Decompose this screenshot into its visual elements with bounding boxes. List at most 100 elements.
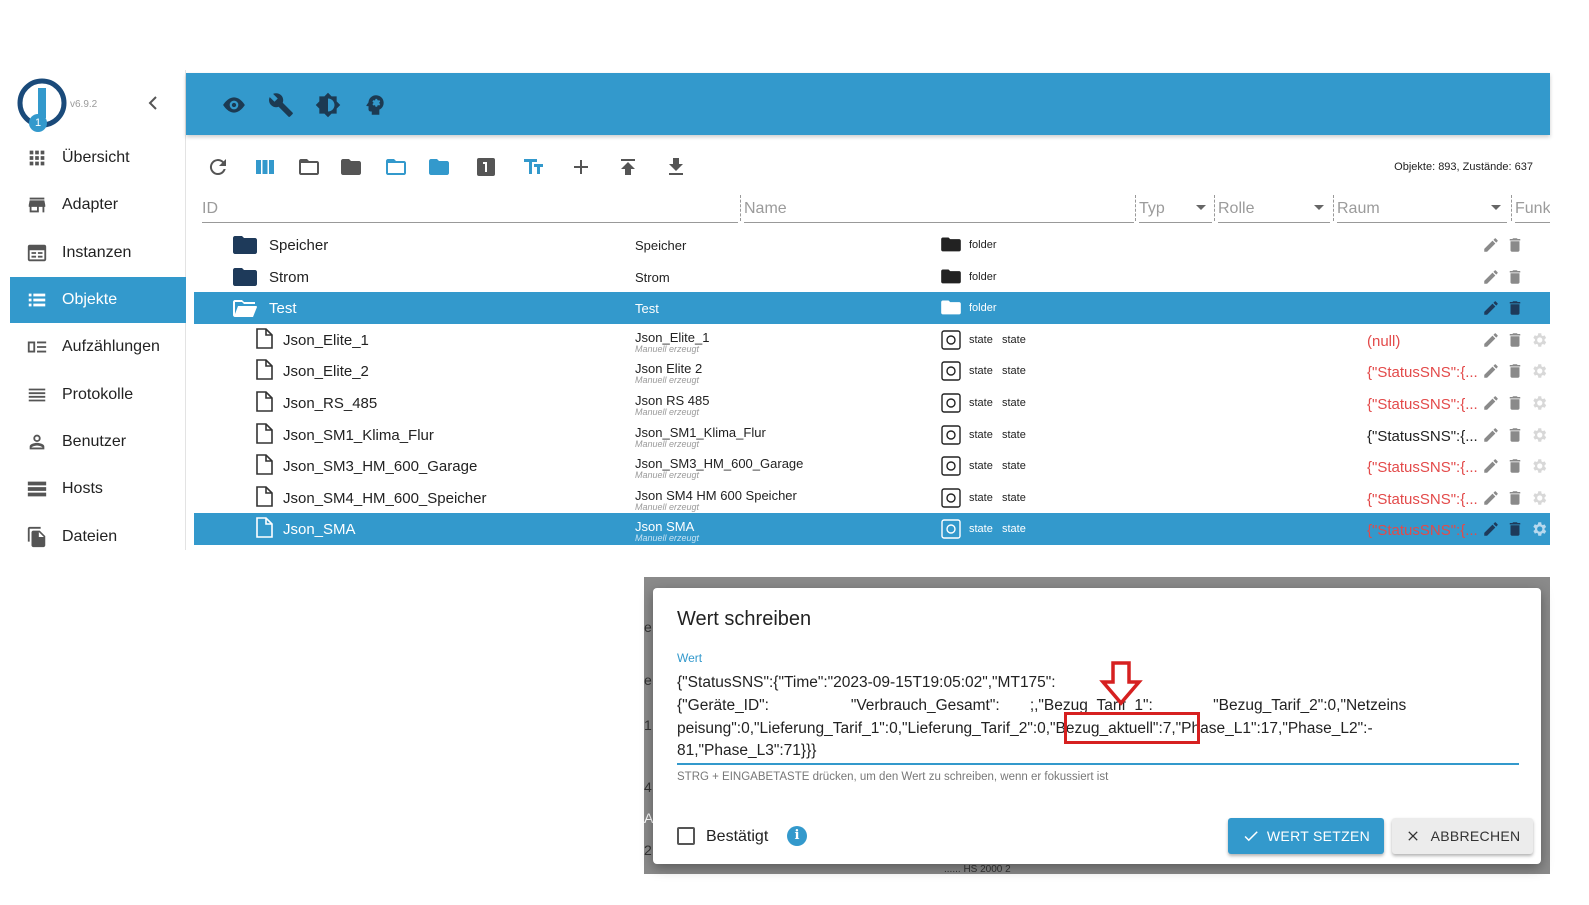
folder-icon: [233, 234, 257, 256]
table-row[interactable]: Json_SMA Json SMA Manuell erzeugt state stat…: [194, 513, 1550, 545]
table-row[interactable]: Json_Elite_1 Json_Elite_1 Manuell erzeugt s…: [194, 324, 1550, 356]
sidebar-item-label: Übersicht: [62, 149, 130, 166]
list-icon: [26, 289, 48, 311]
info-icon[interactable]: i: [787, 826, 807, 846]
object-value[interactable]: {"StatusSNS":{...: [1367, 364, 1478, 381]
name-filter[interactable]: Name: [744, 193, 1134, 223]
function-column-label: Funk: [1515, 200, 1550, 217]
refresh-icon[interactable]: [206, 155, 230, 179]
type-state-icon: [941, 456, 961, 476]
sidebar-item-benutzer[interactable]: Benutzer: [10, 419, 186, 465]
object-value[interactable]: {"StatusSNS":{...: [1367, 522, 1478, 539]
folder-icon[interactable]: [339, 155, 363, 179]
object-id: Strom: [269, 268, 310, 286]
delete-icon[interactable]: [1506, 299, 1524, 317]
sidebar-item-protokolle[interactable]: Protokolle: [10, 372, 186, 418]
sidebar-item-aufzählungen[interactable]: Aufzählungen: [10, 324, 186, 370]
sidebar-item-adapter[interactable]: Adapter: [10, 182, 186, 228]
table-row[interactable]: Speicher Speicher folder: [194, 229, 1550, 261]
wrench-icon[interactable]: [268, 92, 294, 118]
settings-gear-icon[interactable]: [1530, 520, 1548, 538]
object-name-subtitle: Manuell erzeugt: [635, 407, 700, 417]
edit-icon[interactable]: [1482, 331, 1500, 349]
object-name-subtitle: Manuell erzeugt: [635, 470, 700, 481]
id-filter[interactable]: ID: [202, 193, 738, 223]
settings-gear-icon[interactable]: [1530, 489, 1548, 507]
cancel-button[interactable]: ABBRECHEN: [1392, 818, 1533, 854]
folder-blue-icon[interactable]: [427, 155, 451, 179]
confirm-checkbox[interactable]: [677, 827, 695, 845]
columns-icon[interactable]: [253, 155, 277, 179]
delete-icon[interactable]: [1506, 236, 1524, 254]
instances-icon: [26, 242, 48, 264]
delete-icon[interactable]: [1506, 520, 1524, 538]
settings-gear-icon[interactable]: [1530, 394, 1548, 412]
table-row[interactable]: Json_Elite_2 Json Elite 2 Manuell erzeugt s…: [194, 355, 1550, 387]
head-icon[interactable]: [362, 92, 388, 118]
delete-icon[interactable]: [1506, 394, 1524, 412]
text-size-icon[interactable]: [522, 155, 546, 179]
type-column-label: Typ: [1139, 200, 1165, 217]
edit-icon[interactable]: [1482, 362, 1500, 380]
sidebar-item-objekte[interactable]: Objekte: [10, 277, 186, 323]
object-value[interactable]: {"StatusSNS":{...: [1367, 459, 1478, 476]
textarea-underline: [677, 763, 1519, 765]
table-row[interactable]: Test Test folder: [194, 292, 1550, 324]
add-icon[interactable]: [569, 155, 593, 179]
role-filter[interactable]: Rolle: [1218, 193, 1330, 223]
object-value[interactable]: {"StatusSNS":{...: [1367, 491, 1478, 508]
edit-icon[interactable]: [1482, 394, 1500, 412]
file-icon: [255, 517, 273, 539]
type-filter[interactable]: Typ: [1139, 193, 1212, 223]
background-text: e: [644, 672, 652, 688]
edit-icon[interactable]: [1482, 426, 1500, 444]
function-filter[interactable]: Funk: [1515, 193, 1550, 223]
table-row[interactable]: Json_SM3_HM_600_Garage Json_SM3_HM_600_Ga…: [194, 450, 1550, 482]
object-value[interactable]: {"StatusSNS":{...: [1367, 428, 1478, 445]
object-name: Speicher: [635, 238, 687, 253]
settings-gear-icon[interactable]: [1530, 331, 1548, 349]
delete-icon[interactable]: [1506, 362, 1524, 380]
download-icon[interactable]: [664, 155, 688, 179]
folder-open-blue-icon[interactable]: [384, 155, 408, 179]
number-one-icon[interactable]: [474, 155, 498, 179]
edit-icon[interactable]: [1482, 457, 1500, 475]
sidebar-item-dateien[interactable]: Dateien: [10, 514, 186, 560]
object-value[interactable]: (null): [1367, 333, 1400, 350]
delete-icon[interactable]: [1506, 457, 1524, 475]
set-value-button[interactable]: WERT SETZEN: [1228, 818, 1384, 854]
delete-icon[interactable]: [1506, 331, 1524, 349]
sidebar-item-instanzen[interactable]: Instanzen: [10, 230, 186, 276]
edit-icon[interactable]: [1482, 268, 1500, 286]
sidebar-item-label: Hosts: [62, 480, 103, 497]
object-value[interactable]: {"StatusSNS":{...: [1367, 396, 1478, 413]
edit-icon[interactable]: [1482, 489, 1500, 507]
table-row[interactable]: Json_SM1_Klima_Flur Json_SM1_Klima_Flur Ma…: [194, 419, 1550, 451]
collapse-sidebar-icon[interactable]: [145, 95, 161, 111]
edit-icon[interactable]: [1482, 236, 1500, 254]
delete-icon[interactable]: [1506, 426, 1524, 444]
object-name-subtitle: Manuell erzeugt: [635, 438, 700, 449]
id-column-label: ID: [202, 200, 218, 217]
delete-icon[interactable]: [1506, 268, 1524, 286]
sidebar-item-hosts[interactable]: Hosts: [10, 466, 186, 512]
table-row[interactable]: Json_RS_485 Json RS 485 Manuell erzeugt sta…: [194, 387, 1550, 419]
room-filter[interactable]: Raum: [1337, 193, 1507, 223]
settings-gear-icon[interactable]: [1530, 426, 1548, 444]
object-type: state: [969, 365, 993, 378]
brightness-icon[interactable]: [315, 92, 341, 118]
settings-gear-icon[interactable]: [1530, 457, 1548, 475]
delete-icon[interactable]: [1506, 489, 1524, 507]
eye-icon[interactable]: [221, 92, 247, 118]
folder-open-icon[interactable]: [297, 155, 321, 179]
room-column-label: Raum: [1337, 200, 1380, 217]
settings-gear-icon[interactable]: [1530, 362, 1548, 380]
sidebar-item-übersicht[interactable]: Übersicht: [10, 135, 186, 181]
table-row[interactable]: Strom Strom folder: [194, 261, 1550, 293]
upload-icon[interactable]: [616, 155, 640, 179]
edit-icon[interactable]: [1482, 520, 1500, 538]
file-icon: [255, 454, 273, 476]
table-row[interactable]: Json_SM4_HM_600_Speicher Json SM4 HM 600 …: [194, 482, 1550, 514]
object-name: Json_SM1_Klima_Flur: [635, 424, 766, 440]
edit-icon[interactable]: [1482, 299, 1500, 317]
